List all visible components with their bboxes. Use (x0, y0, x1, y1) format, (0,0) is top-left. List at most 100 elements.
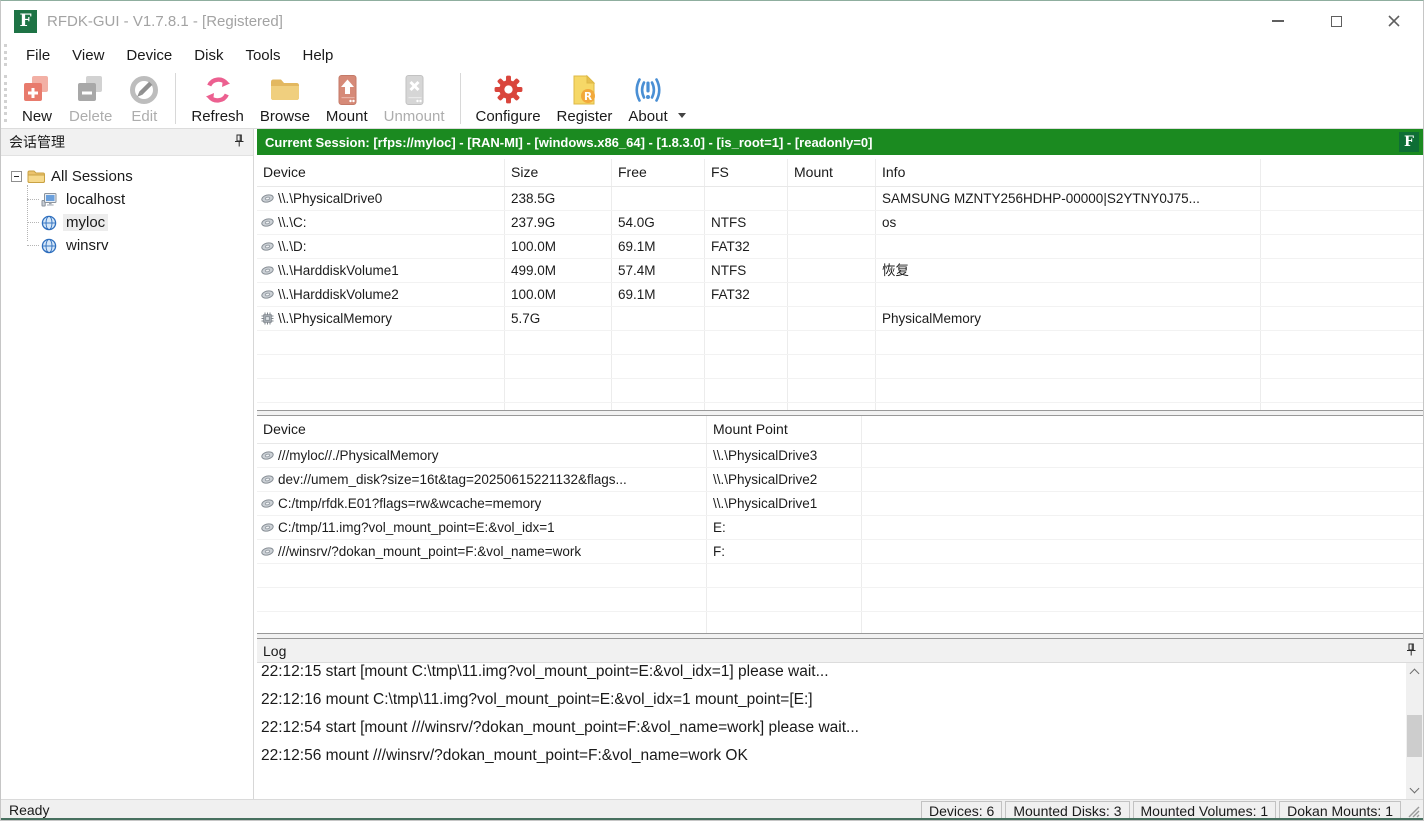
register-button[interactable]: R Register (549, 70, 621, 128)
table-row[interactable]: C:/tmp/11.img?vol_mount_point=E:&vol_idx… (257, 516, 1423, 540)
scroll-up-arrow-icon[interactable] (1406, 663, 1423, 680)
mount-table-header: Device Mount Point (257, 416, 1423, 444)
scrollbar-thumb[interactable] (1407, 715, 1422, 757)
toolbar-label: Mount (326, 108, 368, 125)
refresh-button[interactable]: Refresh (183, 70, 252, 128)
table-row[interactable]: \\.\D: 100.0M 69.1M FAT32 (257, 235, 1423, 259)
tree-node-myloc[interactable]: myloc (27, 211, 253, 234)
table-row[interactable]: ///myloc//./PhysicalMemory \\.\PhysicalD… (257, 444, 1423, 468)
tree-node-localhost[interactable]: localhost (27, 188, 253, 211)
menu-file[interactable]: File (15, 47, 61, 64)
computer-icon (41, 192, 57, 208)
table-row[interactable]: \\.\C: 237.9G 54.0G NTFS os (257, 211, 1423, 235)
table-row[interactable]: ///winsrv/?dokan_mount_point=F:&vol_name… (257, 540, 1423, 564)
mount-button[interactable]: Mount (318, 70, 376, 128)
toolbar-separator (175, 73, 176, 124)
cell-size: 100.0M (505, 283, 612, 306)
configure-button[interactable]: Configure (468, 70, 549, 128)
tree-collapse-toggle[interactable] (11, 171, 22, 182)
table-row[interactable]: \\.\PhysicalDrive0 238.5G SAMSUNG MZNTY2… (257, 187, 1423, 211)
cell-free: 69.1M (612, 283, 705, 306)
about-button[interactable]: About (620, 70, 675, 128)
toolbar-separator (460, 73, 461, 124)
column-header[interactable]: Info (876, 159, 1261, 186)
table-row[interactable]: \\.\PhysicalMemory 5.7G PhysicalMemory (257, 307, 1423, 331)
table-row[interactable]: dev://umem_disk?size=16t&tag=20250615221… (257, 468, 1423, 492)
pin-icon[interactable] (1405, 643, 1417, 659)
table-row[interactable]: C:/tmp/rfdk.E01?flags=rw&wcache=memory \… (257, 492, 1423, 516)
cell-info (876, 283, 1261, 306)
pin-icon[interactable] (233, 134, 245, 150)
new-icon (21, 72, 53, 108)
column-header[interactable]: Mount Point (707, 416, 862, 443)
menu-view[interactable]: View (61, 47, 115, 64)
minimize-button[interactable] (1249, 1, 1307, 41)
toolbar-label: Edit (131, 108, 157, 125)
column-header[interactable]: Mount (788, 159, 876, 186)
cell-device: \\.\HarddiskVolume2 (278, 284, 399, 306)
empty-row (257, 331, 1423, 355)
cell-device: \\.\PhysicalMemory (278, 308, 392, 330)
cell-mount-point: \\.\PhysicalDrive3 (707, 444, 862, 467)
edit-button[interactable]: Edit (120, 70, 168, 128)
tree-node-all-sessions[interactable]: All Sessions (11, 165, 253, 188)
cell-device: \\.\C: (278, 212, 307, 234)
browse-button[interactable]: Browse (252, 70, 318, 128)
cell-size: 5.7G (505, 307, 612, 330)
maximize-icon (1331, 16, 1342, 27)
cell-mount (788, 307, 876, 330)
content-area: Current Session: [rfps://myloc] - [RAN-M… (257, 129, 1423, 799)
menu-help[interactable]: Help (291, 47, 344, 64)
session-tree: All Sessions localhost myloc winsrv (1, 156, 253, 257)
empty-row (257, 612, 1423, 633)
current-session-text: Current Session: [rfps://myloc] - [RAN-M… (265, 135, 873, 150)
column-header[interactable]: Device (257, 159, 505, 186)
toolbar-label: About (628, 108, 667, 125)
folder-icon (27, 169, 45, 184)
cell-device: ///winsrv/?dokan_mount_point=F:&vol_name… (278, 541, 581, 563)
log-title: Log (263, 643, 286, 659)
title-bar: F RFDK-GUI - V1.7.8.1 - [Registered] (1, 1, 1423, 41)
cell-device: \\.\D: (278, 236, 307, 258)
toolbar-label: Refresh (191, 108, 244, 125)
resize-grip-icon[interactable] (1406, 802, 1420, 818)
current-session-bar: Current Session: [rfps://myloc] - [RAN-M… (257, 129, 1423, 155)
tree-node-winsrv[interactable]: winsrv (27, 234, 253, 257)
new-button[interactable]: New (13, 70, 61, 128)
cell-mount (788, 283, 876, 306)
column-header[interactable]: FS (705, 159, 788, 186)
memory-chip-icon (261, 312, 274, 325)
log-output[interactable]: 22:12:15 start [mount C:\tmp\11.img?vol_… (257, 663, 1406, 799)
cell-device: \\.\HarddiskVolume1 (278, 260, 399, 282)
cell-free (612, 187, 705, 210)
menu-device[interactable]: Device (115, 47, 183, 64)
toolbar-overflow-arrow[interactable] (678, 113, 686, 118)
scroll-down-arrow-icon[interactable] (1406, 782, 1423, 799)
configure-gear-icon (492, 72, 525, 108)
unmount-button[interactable]: Unmount (376, 70, 453, 128)
close-button[interactable] (1365, 1, 1423, 41)
delete-button[interactable]: Delete (61, 70, 120, 128)
disk-icon (261, 240, 274, 253)
log-scrollbar[interactable] (1406, 663, 1423, 799)
empty-row (257, 588, 1423, 612)
cell-mount-point: F: (707, 540, 862, 563)
main-area: 会话管理 All Sessions localhost myloc (1, 129, 1423, 799)
column-header[interactable]: Device (257, 416, 707, 443)
table-row[interactable]: \\.\HarddiskVolume2 100.0M 69.1M FAT32 (257, 283, 1423, 307)
menu-disk[interactable]: Disk (183, 47, 234, 64)
disk-icon (261, 545, 274, 558)
menu-tools[interactable]: Tools (234, 47, 291, 64)
session-sidebar: 会话管理 All Sessions localhost myloc (1, 129, 254, 799)
browse-folder-icon (269, 72, 301, 108)
cell-mount (788, 211, 876, 234)
column-header[interactable]: Free (612, 159, 705, 186)
cell-fs: FAT32 (705, 283, 788, 306)
table-row[interactable]: \\.\HarddiskVolume1 499.0M 57.4M NTFS 恢复 (257, 259, 1423, 283)
log-line: 22:12:56 mount ///winsrv/?dokan_mount_po… (261, 742, 1406, 770)
cell-fs (705, 187, 788, 210)
cell-device: dev://umem_disk?size=16t&tag=20250615221… (278, 469, 627, 491)
app-logo-icon: F (14, 10, 37, 33)
column-header[interactable]: Size (505, 159, 612, 186)
maximize-button[interactable] (1307, 1, 1365, 41)
